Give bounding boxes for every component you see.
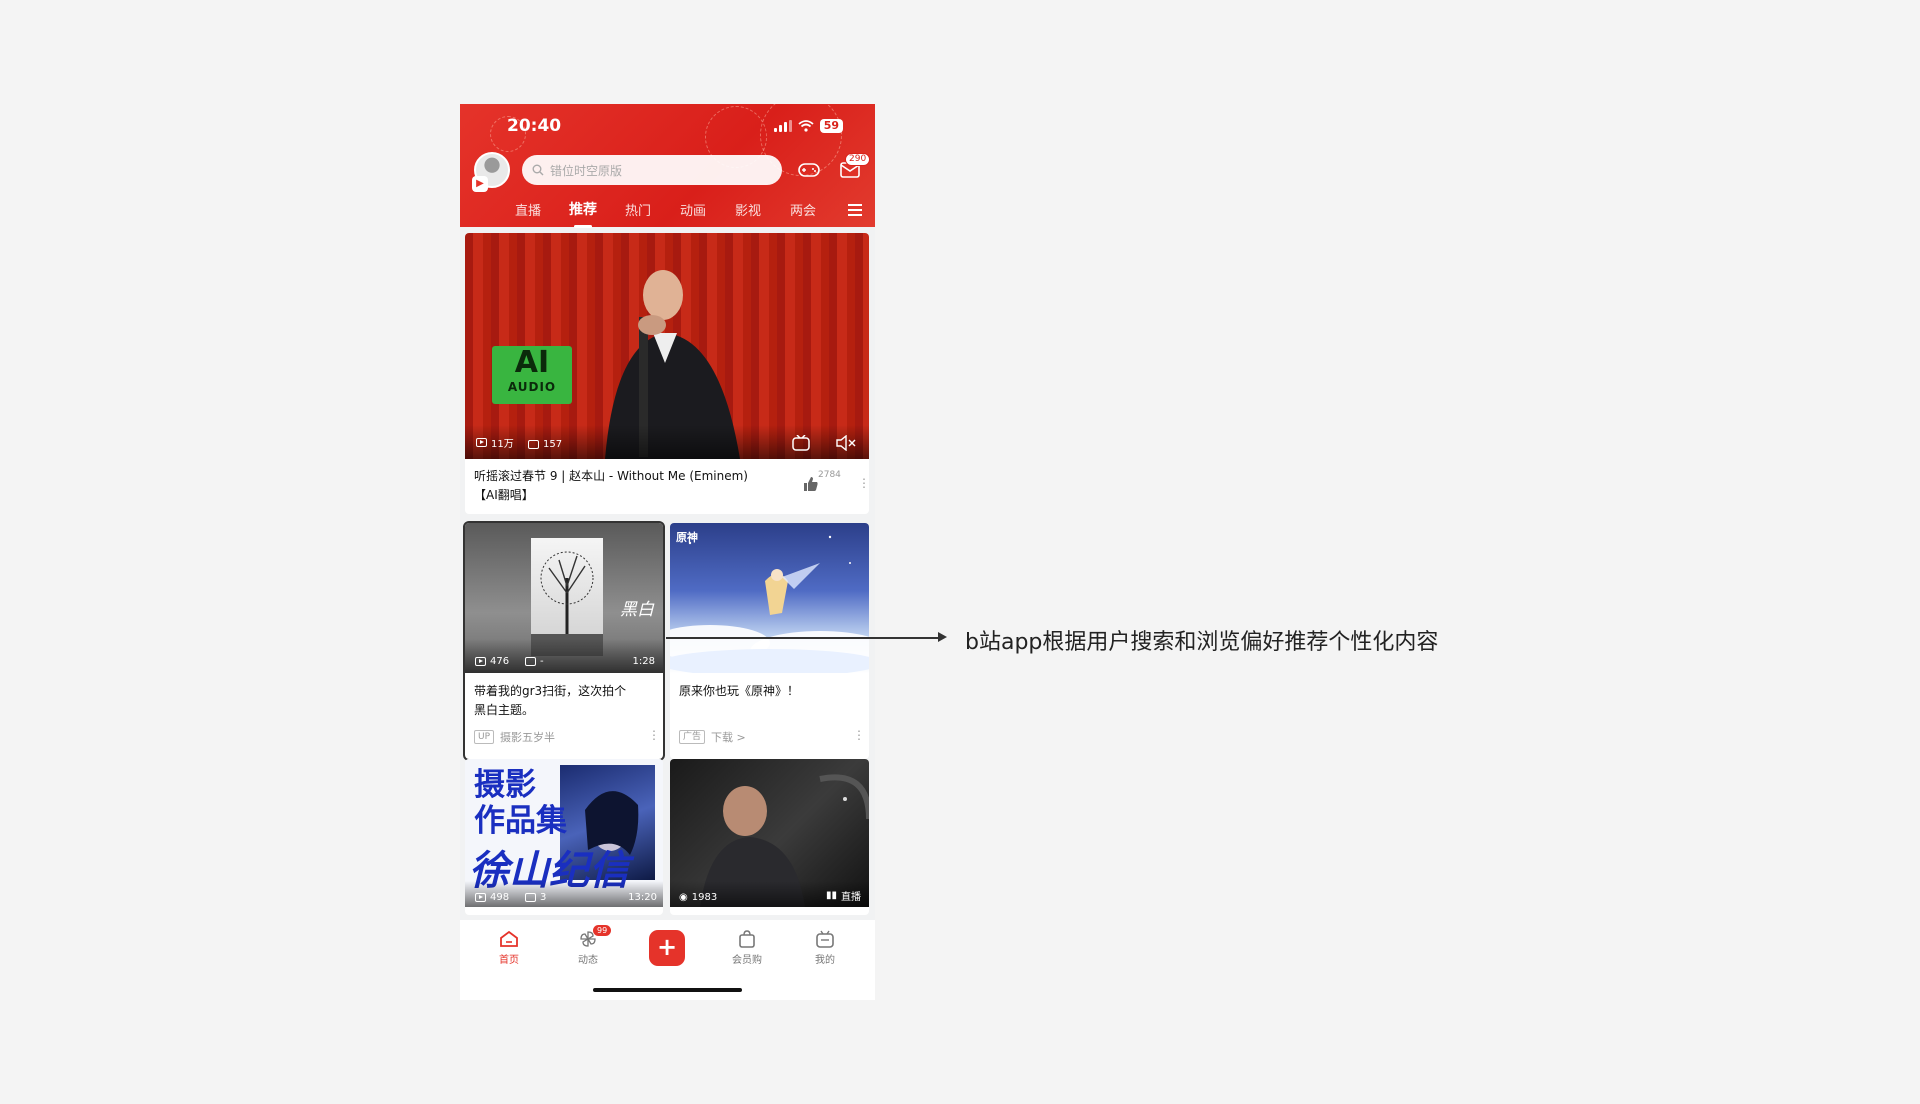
live-thumbnail[interactable]: ◉ 1983 ▮▮ 直播 <box>670 759 869 907</box>
tab-film[interactable]: 影视 <box>735 200 761 219</box>
bottom-nav: 首页 动态 99 + 会员购 我的 <box>460 920 875 1000</box>
author-name[interactable]: 摄影五岁半 <box>500 729 555 745</box>
ad-meta-row: 广告 下载 > <box>679 729 746 745</box>
thumbs-up-icon[interactable] <box>803 476 819 492</box>
publish-button[interactable]: + <box>649 930 685 966</box>
annotation-arrow <box>666 637 942 639</box>
tab-anime[interactable]: 动画 <box>680 200 706 219</box>
home-indicator <box>593 988 742 992</box>
danmaku-icon <box>525 893 536 902</box>
wifi-icon <box>798 120 814 132</box>
download-link[interactable]: 下载 > <box>711 729 746 745</box>
mute-icon[interactable] <box>836 435 856 451</box>
video-thumbnail[interactable]: AI AUDIO 11万 157 <box>465 233 869 459</box>
cover-title: 摄影 作品集 <box>474 767 567 839</box>
ad-thumbnail[interactable]: 原神 <box>670 523 869 673</box>
video-thumbnail[interactable]: 摄影 作品集 徐山纪信 498 3 13:20 <box>465 759 663 907</box>
video-thumbnail[interactable]: 黑白 476 - 1:28 <box>465 523 663 673</box>
more-options-icon[interactable]: ⋮ <box>858 476 869 490</box>
battery-indicator: 59 <box>819 119 843 133</box>
danmaku-icon <box>525 657 536 666</box>
category-tabs: 直播 推荐 热门 动画 影视 两会 <box>460 200 875 226</box>
video-card-bw[interactable]: 黑白 476 - 1:28 带着我的gr3扫街，这次拍个 黑白主题。 UP 摄影… <box>463 521 665 761</box>
view-count: 498 <box>475 892 509 903</box>
like-count: 2784 <box>818 470 841 480</box>
more-options-icon[interactable]: ⋮ <box>853 728 865 742</box>
duration: 13:20 <box>628 892 657 903</box>
more-options-icon[interactable]: ⋮ <box>648 728 660 742</box>
duration: 1:28 <box>632 656 655 667</box>
tab-hot[interactable]: 热门 <box>625 200 651 219</box>
video-title[interactable]: 听摇滚过春节 9 | 赵本山 - Without Me (Eminem) 【AI… <box>474 467 794 505</box>
mail-badge: 290 <box>845 153 871 166</box>
status-icons: 59 <box>773 119 843 133</box>
game-controller-icon[interactable] <box>798 162 820 178</box>
view-count: 476 <box>475 656 509 667</box>
play-count-icon <box>475 657 486 666</box>
search-input[interactable]: 错位时空原版 <box>522 155 782 185</box>
dynamic-badge: 99 <box>593 925 612 936</box>
ad-title[interactable]: 原来你也玩《原神》！ <box>679 682 799 701</box>
phone-screen: 20:40 59 ▶ 错位时空原版 290 直播 推荐 热门 动画 影视 两会 … <box>460 104 875 1000</box>
danmaku-icon <box>528 440 539 449</box>
menu-icon[interactable] <box>848 204 862 219</box>
status-time: 20:40 <box>507 116 562 136</box>
danmaku-count: 3 <box>525 892 546 903</box>
ad-card-genshin[interactable]: 原神 原来你也玩《原神》！ 广告 下载 > ⋮ <box>670 523 869 759</box>
video-icon[interactable]: ▶ <box>472 176 488 192</box>
search-placeholder: 错位时空原版 <box>550 163 623 178</box>
live-card[interactable]: ◉ 1983 ▮▮ 直播 <box>670 759 869 915</box>
play-count-icon <box>476 438 487 447</box>
video-card-photography[interactable]: 摄影 作品集 徐山纪信 498 3 13:20 <box>465 759 663 915</box>
tab-live[interactable]: 直播 <box>515 200 541 219</box>
eye-icon: ◉ <box>679 892 688 903</box>
uploader-icon: UP <box>474 730 495 744</box>
author-row[interactable]: UP 摄影五岁半 <box>474 729 555 745</box>
anime-art-image <box>670 535 869 673</box>
nav-dynamic[interactable]: 动态 99 <box>563 925 613 966</box>
home-icon <box>500 930 518 947</box>
danmaku-count: 157 <box>528 439 562 450</box>
live-bars-icon: ▮▮ <box>825 890 837 901</box>
tv-profile-icon <box>816 930 834 948</box>
tv-icon[interactable] <box>792 435 810 451</box>
search-icon <box>532 164 544 176</box>
view-count: 11万 <box>476 435 514 450</box>
featured-video-card[interactable]: AI AUDIO 11万 157 听摇滚过春节 9 | 赵本山 - Withou… <box>465 233 869 514</box>
video-title[interactable]: 带着我的gr3扫街，这次拍个 黑白主题。 <box>474 682 654 720</box>
ai-audio-badge: AI AUDIO <box>492 346 572 404</box>
shopping-bag-icon <box>739 930 755 948</box>
danmaku-count: - <box>525 656 544 667</box>
annotation-text: b站app根据用户搜索和浏览偏好推荐个性化内容 <box>965 630 1439 655</box>
play-count-icon <box>475 893 486 902</box>
game-logo: 原神 <box>676 531 698 544</box>
overlay-text: 黑白 <box>620 600 654 620</box>
nav-home[interactable]: 首页 <box>484 930 534 966</box>
annotation-arrow-head <box>938 632 947 642</box>
nav-profile[interactable]: 我的 <box>800 930 850 966</box>
tab-active-indicator <box>574 225 592 228</box>
tab-recommend[interactable]: 推荐 <box>569 199 597 219</box>
signal-icon <box>773 120 792 132</box>
header: 20:40 59 ▶ 错位时空原版 290 直播 推荐 热门 动画 影视 两会 <box>460 104 875 228</box>
ad-tag: 广告 <box>679 730 706 744</box>
nav-member-shop[interactable]: 会员购 <box>722 930 772 966</box>
tab-two-sessions[interactable]: 两会 <box>790 200 816 219</box>
viewer-count: ◉ 1983 <box>679 892 718 903</box>
live-tag: ▮▮ 直播 <box>825 890 861 903</box>
